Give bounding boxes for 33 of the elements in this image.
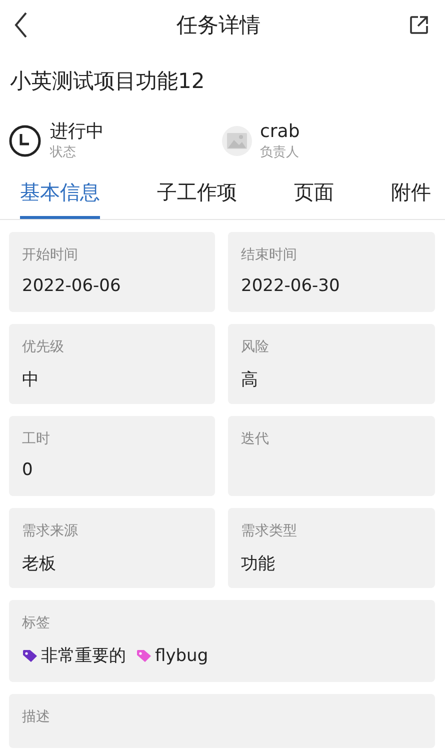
summary-label: 负责人 [260,144,300,161]
field-label: 工时 [22,430,51,448]
tag-text: flybug [155,646,208,666]
back-icon[interactable] [14,12,28,38]
page-title: 任务详情 [176,12,260,39]
field-label: 需求来源 [22,522,79,540]
field-value: 高 [241,369,258,391]
tab[interactable]: 子工作项 [157,179,237,219]
field-value: 2022-06-30 [241,276,340,296]
field-label: 迭代 [241,430,270,448]
avatar-placeholder-icon [222,126,252,156]
share-icon[interactable] [409,15,429,35]
field-value: 功能 [241,553,275,575]
tab[interactable]: 基本信息 [20,179,100,219]
field-label: 开始时间 [22,246,79,264]
clock-icon [8,124,42,158]
field-label: 风险 [241,338,270,356]
summary-label: 状态 [50,144,77,161]
field-value: 2022-06-06 [22,276,121,296]
summary-value: crab [260,121,300,143]
field-value: 中 [22,369,39,391]
field-label: 优先级 [22,338,65,356]
tab[interactable]: 附件 [391,179,431,219]
field-label: 描述 [22,708,51,726]
summary-value: 进行中 [50,121,104,143]
field-label: 结束时间 [241,246,298,264]
tag-text: 非常重要的 [41,645,126,667]
field-label: 标签 [22,614,51,632]
field-value: 0 [22,460,33,480]
tab[interactable]: 页面 [294,179,334,219]
field-label: 需求类型 [241,522,298,540]
field-value: 老板 [22,553,56,575]
task-title: 小英测试项目功能12 [9,68,206,95]
